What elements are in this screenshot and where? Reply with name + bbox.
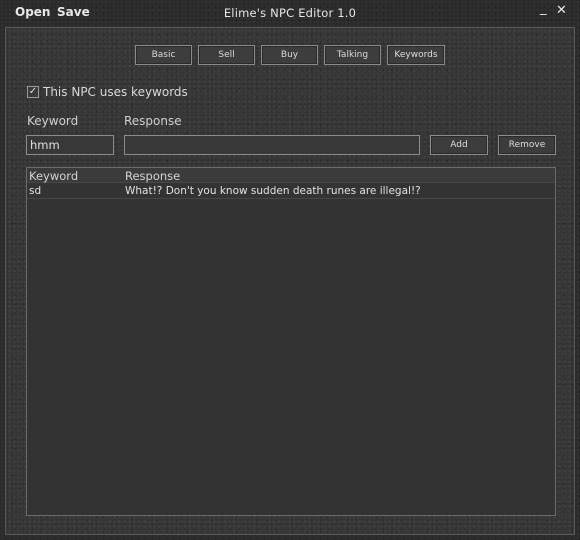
- minimize-icon[interactable]: _: [540, 2, 547, 16]
- keyword-label: Keyword: [27, 114, 79, 128]
- close-icon[interactable]: ✕: [556, 4, 567, 18]
- row-response: What!? Don't you know sudden death runes…: [125, 185, 421, 197]
- tab-basic[interactable]: Basic: [135, 45, 192, 65]
- window-title: Elime's NPC Editor 1.0: [223, 6, 357, 20]
- table-header: Keyword Response: [27, 168, 555, 183]
- uses-keywords-option: ✓ This NPC uses keywords: [27, 84, 188, 100]
- keyword-input[interactable]: hmm: [26, 135, 114, 155]
- row-keyword: sd: [29, 185, 42, 197]
- tab-talking[interactable]: Talking: [324, 45, 381, 65]
- add-button[interactable]: Add: [430, 135, 488, 155]
- tab-sell[interactable]: Sell: [198, 45, 255, 65]
- title-bar: Open Save Elime's NPC Editor 1.0 _ ✕: [0, 0, 580, 26]
- column-keyword[interactable]: Keyword: [29, 169, 78, 183]
- response-label: Response: [124, 114, 182, 128]
- uses-keywords-checkbox[interactable]: ✓: [27, 86, 39, 98]
- app-window: Open Save Elime's NPC Editor 1.0 _ ✕ Bas…: [0, 0, 580, 540]
- tab-keywords[interactable]: Keywords: [387, 45, 445, 65]
- keywords-table[interactable]: Keyword Response sd What!? Don't you kno…: [26, 167, 556, 516]
- uses-keywords-label: This NPC uses keywords: [43, 85, 188, 99]
- remove-button[interactable]: Remove: [498, 135, 556, 155]
- tab-buy[interactable]: Buy: [261, 45, 318, 65]
- response-input[interactable]: [124, 135, 420, 155]
- table-row[interactable]: sd What!? Don't you know sudden death ru…: [27, 184, 555, 199]
- column-response[interactable]: Response: [125, 169, 180, 183]
